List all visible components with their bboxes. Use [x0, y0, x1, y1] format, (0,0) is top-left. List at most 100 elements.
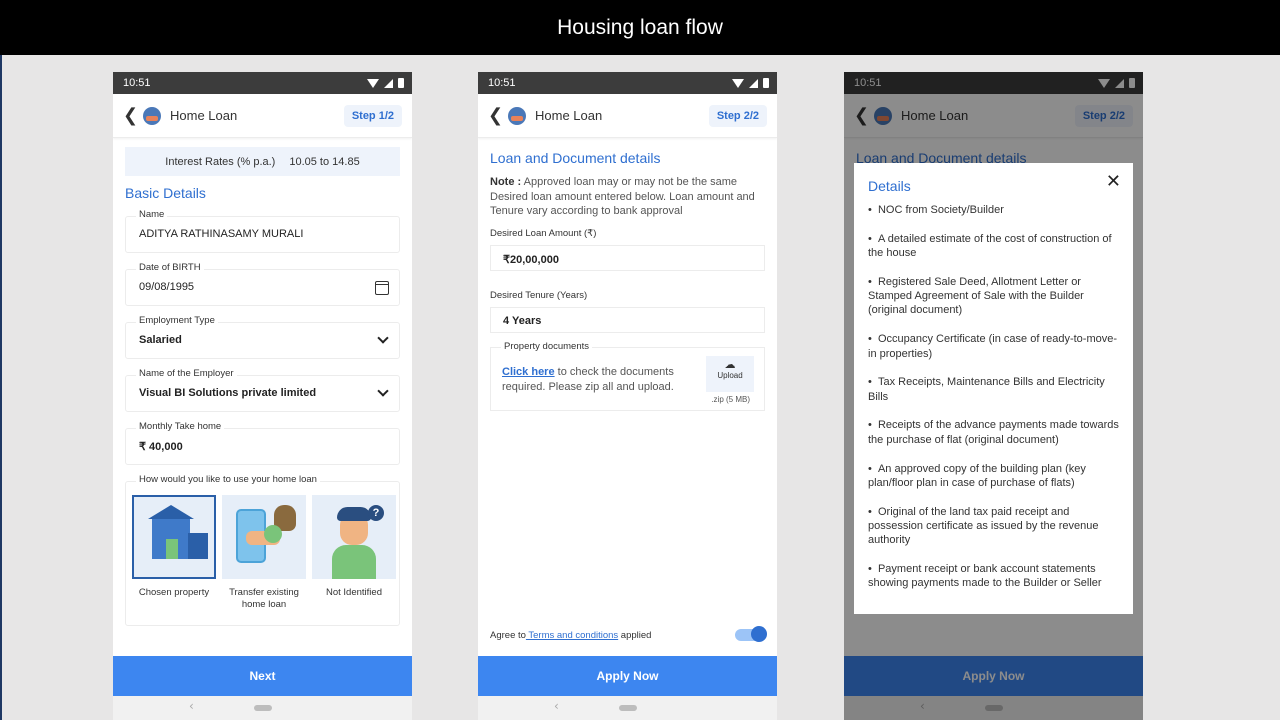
field-label: Name of the Employer [136, 368, 237, 379]
section-title: Loan and Document details [490, 150, 661, 166]
list-item: • Receipts of the advance payments made … [868, 419, 1119, 446]
app-bar: ❮ Home Loan Step 1/2 [113, 94, 412, 138]
field-label: Date of BIRTH [136, 262, 204, 273]
list-item: • Registered Sale Deed, Allotment Letter… [868, 275, 1084, 317]
phone-screen-details-modal: 10:51 ❮ Home Loan Step 2/2 Loan and Docu… [844, 72, 1143, 720]
calendar-icon[interactable] [375, 281, 389, 295]
details-modal: Details ✕ • NOC from Society/Builder • A… [854, 163, 1133, 614]
status-bar: 10:51 [478, 72, 777, 94]
agree-prefix: Agree to [490, 630, 526, 641]
loan-usage-group: How would you like to use your home loan… [125, 474, 400, 626]
nav-home-icon[interactable] [254, 705, 272, 711]
list-item: • Occupancy Certificate (in case of read… [868, 333, 1118, 360]
field-label: Employment Type [136, 315, 218, 326]
loan-note: Note : Approved loan may or may not be t… [490, 175, 765, 219]
docs-label: Property documents [501, 340, 593, 352]
section-title: Basic Details [125, 185, 206, 201]
list-item: • An approved copy of the building plan … [868, 462, 1086, 489]
app-logo-icon [143, 106, 161, 125]
back-arrow-icon[interactable]: ❮ [488, 105, 506, 126]
list-item: • NOC from Society/Builder [868, 204, 1004, 216]
apply-now-button[interactable]: Apply Now [478, 656, 777, 696]
back-arrow-icon[interactable]: ❮ [123, 105, 141, 126]
docs-link[interactable]: Click here [502, 366, 555, 378]
option-label: Chosen property [138, 587, 210, 598]
field-value: 09/08/1995 [139, 281, 195, 293]
step-indicator: Step 2/2 [708, 104, 767, 127]
docs-instructions: Click here to check the documents requir… [502, 365, 702, 395]
interest-rate-bar: Interest Rates (% p.a.) 10.05 to 14.85 [125, 147, 400, 176]
system-nav-bar: ‹ [478, 696, 777, 720]
note-prefix: Note : [490, 176, 522, 188]
field-label: Monthly Take home [136, 421, 225, 432]
chevron-down-icon[interactable] [377, 332, 389, 344]
battery-icon [398, 78, 404, 88]
property-documents-box: Property documents Click here to check t… [490, 340, 765, 411]
field-value: Salaried [139, 334, 182, 346]
system-nav-bar: ‹ [113, 696, 412, 720]
terms-link[interactable]: Terms and conditions [526, 630, 618, 641]
tenure-input[interactable]: 4 Years [490, 306, 765, 333]
monthly-income-field[interactable]: Monthly Take home ₹ 40,000 [125, 421, 400, 465]
option-label: Not Identified [326, 587, 382, 598]
close-icon[interactable]: ✕ [1106, 171, 1121, 192]
field-label: Name [136, 209, 168, 220]
wifi-icon [367, 78, 379, 88]
money-transfer-icon [222, 495, 306, 579]
left-edge-line [0, 55, 2, 720]
banner-title: Housing loan flow [557, 15, 723, 39]
wifi-icon [732, 78, 744, 88]
name-field[interactable]: Name ADITYA RATHINASAMY MURALI [125, 209, 400, 253]
terms-agreement: Agree to Terms and conditions applied [490, 630, 651, 641]
agree-suffix: applied [618, 630, 652, 641]
field-value: Visual BI Solutions private limited [139, 387, 317, 399]
nav-back-icon[interactable]: ‹ [189, 699, 194, 713]
employer-select[interactable]: Name of the Employer Visual BI Solutions… [125, 368, 400, 412]
documents-list: • NOC from Society/Builder • A detailed … [868, 203, 1119, 591]
list-item: • Original of the land tax paid receipt … [868, 505, 1099, 547]
upload-size-note: .zip (5 MB) [711, 394, 750, 404]
nav-home-icon[interactable] [619, 705, 637, 711]
upload-label: Upload [717, 370, 743, 380]
battery-icon [763, 78, 769, 88]
loan-amount-input[interactable]: ₹20,00,000 [490, 244, 765, 271]
interest-rate-value: 10.05 to 14.85 [289, 155, 360, 168]
usage-label: How would you like to use your home loan [136, 474, 320, 485]
dob-field[interactable]: Date of BIRTH 09/08/1995 [125, 262, 400, 306]
status-time: 10:51 [123, 77, 151, 89]
status-bar: 10:51 [113, 72, 412, 94]
app-bar: ❮ Home Loan Step 2/2 [478, 94, 777, 138]
chevron-down-icon[interactable] [377, 385, 389, 397]
confused-person-icon: ? [312, 495, 396, 579]
interest-rate-label: Interest Rates (% p.a.) [165, 155, 276, 168]
tenure-label: Desired Tenure (Years) [490, 289, 588, 301]
phone-screen-step2: 10:51 ❮ Home Loan Step 2/2 Loan and Docu… [478, 72, 777, 720]
note-text: Approved loan may or may not be the same… [490, 176, 755, 217]
status-time: 10:51 [488, 77, 516, 89]
cloud-upload-icon: ☁ [724, 357, 736, 371]
signal-icon [749, 78, 758, 88]
list-item: • Tax Receipts, Maintenance Bills and El… [868, 376, 1105, 403]
option-label: Transfer existing home loan [229, 587, 299, 610]
field-value: ₹ 40,000 [139, 441, 183, 453]
phone-screen-step1: 10:51 ❮ Home Loan Step 1/2 Interest Rate… [113, 72, 412, 720]
house-icon [132, 495, 216, 579]
option-transfer-loan[interactable]: Transfer existing home loan [222, 495, 306, 611]
step-indicator: Step 1/2 [343, 104, 402, 127]
option-not-identified[interactable]: ? Not Identified [312, 495, 396, 611]
employment-type-select[interactable]: Employment Type Salaried [125, 315, 400, 359]
loan-amount-label: Desired Loan Amount (₹) [490, 227, 597, 239]
option-chosen-property[interactable]: Chosen property [132, 495, 216, 611]
nav-back-icon[interactable]: ‹ [554, 699, 559, 713]
list-item: • A detailed estimate of the cost of con… [868, 232, 1112, 260]
terms-toggle[interactable] [735, 626, 767, 642]
page-banner: Housing loan flow [0, 0, 1280, 55]
field-value: ADITYA RATHINASAMY MURALI [139, 228, 304, 240]
signal-icon [384, 78, 393, 88]
next-button[interactable]: Next [113, 656, 412, 696]
app-title: Home Loan [535, 108, 603, 123]
upload-button[interactable]: ☁ Upload [706, 355, 754, 392]
list-item: • Payment receipt or bank account statem… [868, 563, 1102, 590]
modal-title: Details [868, 178, 911, 194]
app-logo-icon [508, 106, 526, 125]
